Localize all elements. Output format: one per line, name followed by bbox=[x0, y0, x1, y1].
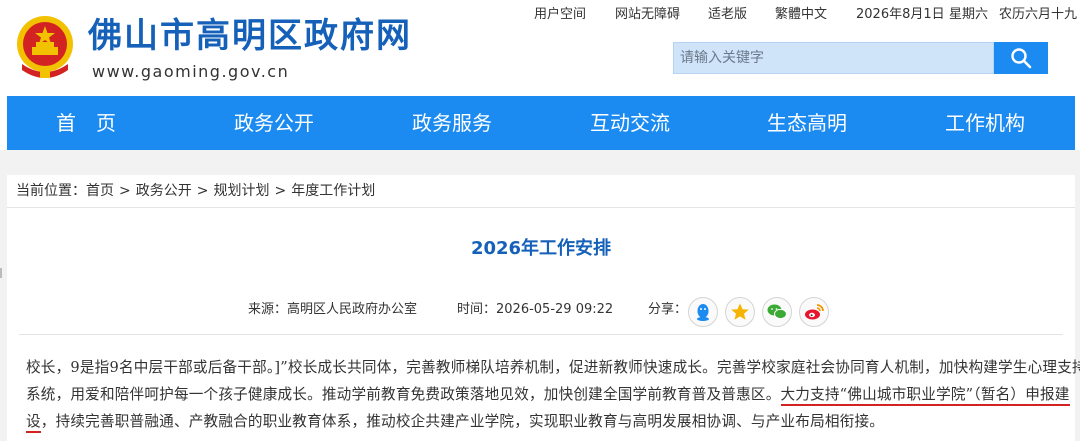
nav-item-home[interactable]: 首 页 bbox=[56, 96, 116, 150]
search-button[interactable] bbox=[994, 42, 1048, 74]
breadcrumb-label: 当前位置： bbox=[16, 183, 86, 199]
time-value: 2026-05-29 09:22 bbox=[496, 302, 614, 317]
top-utility-bar: 用户空间 网站无障碍 适老版 繁體中文 2026年8月1日 星期六 农历六月十九 bbox=[534, 5, 1078, 25]
body-text-segment: 系统，用爱和陪伴呵护每一个孩子健康成长。推动学前教育免费政策落地见效，加快创建全… bbox=[26, 386, 781, 403]
nav-item-agencies[interactable]: 工作机构 bbox=[945, 96, 1025, 150]
body-line: 系统，用爱和陪伴呵护每一个孩子健康成长。推动学前教育免费政策落地见效，加快创建全… bbox=[26, 381, 1070, 408]
lunar-date-text: 农历六月十九 bbox=[999, 7, 1078, 22]
weibo-share-button[interactable] bbox=[799, 297, 829, 327]
qzone-share-button[interactable] bbox=[725, 297, 755, 327]
search-input[interactable] bbox=[674, 43, 993, 73]
breadcrumb-plans[interactable]: 规划计划 bbox=[213, 183, 269, 199]
nav-item-gov-services[interactable]: 政务服务 bbox=[412, 96, 492, 150]
site-url: www.gaoming.gov.cn bbox=[92, 62, 290, 81]
breadcrumb-gov-affairs-open[interactable]: 政务公开 bbox=[136, 183, 192, 199]
meta-divider bbox=[19, 334, 1063, 335]
source-label: 来源： bbox=[248, 302, 288, 317]
site-header: 佛山市高明区政府网 www.gaoming.gov.cn 用户空间 网站无障碍 … bbox=[0, 0, 1080, 96]
article-title: 2026年工作安排 bbox=[470, 238, 612, 259]
article: 2026年工作安排 来源：高明区人民政府办公室 时间：2026-05-29 09… bbox=[7, 208, 1080, 441]
site-title[interactable]: 佛山市高明区政府网 bbox=[88, 14, 412, 58]
accessibility-link[interactable]: 网站无障碍 bbox=[615, 5, 680, 25]
weibo-icon bbox=[805, 304, 824, 320]
body-line: 校长，9是指9名中层干部或后备干部。]”校长成长共同体，完善教师梯队培养机制，促… bbox=[26, 359, 1080, 376]
search-icon bbox=[1011, 48, 1032, 69]
qq-share-button[interactable] bbox=[688, 297, 718, 327]
highlighted-text: 大力支持“佛山城市职业学院”（暂名）申报建 bbox=[780, 386, 1070, 406]
article-time: 时间：2026-05-29 09:22 bbox=[457, 298, 613, 322]
qzone-icon bbox=[731, 303, 749, 320]
highlighted-text: 设 bbox=[26, 413, 41, 433]
nav-item-ecology[interactable]: 生态高明 bbox=[767, 96, 847, 150]
breadcrumb-annual-plan[interactable]: 年度工作计划 bbox=[291, 183, 375, 199]
article-source: 来源：高明区人民政府办公室 bbox=[248, 298, 417, 322]
breadcrumb: 当前位置：首页 > 政务公开 > 规划计划 > 年度工作计划 bbox=[7, 175, 1075, 208]
breadcrumb-separator: > bbox=[119, 183, 131, 199]
time-label: 时间： bbox=[457, 302, 497, 317]
wechat-icon bbox=[767, 304, 787, 320]
qq-icon bbox=[697, 304, 709, 321]
elderly-mode-link[interactable]: 适老版 bbox=[708, 5, 747, 25]
search-box bbox=[673, 42, 994, 74]
breadcrumb-home[interactable]: 首页 bbox=[86, 183, 114, 199]
article-body: 校长，9是指9名中层干部或后备干部。]”校长成长共同体，完善教师梯队培养机制，促… bbox=[26, 354, 1080, 435]
date-text: 2026年8月1日 bbox=[856, 7, 945, 22]
breadcrumb-separator: > bbox=[196, 183, 209, 199]
share-label: 分享： bbox=[648, 302, 688, 317]
main-nav: 首 页 政务公开 政务服务 互动交流 生态高明 工作机构 bbox=[7, 96, 1075, 150]
wechat-share-button[interactable] bbox=[762, 297, 792, 327]
left-edge-marker bbox=[0, 268, 2, 278]
nav-item-interaction[interactable]: 互动交流 bbox=[590, 96, 670, 150]
body-line: 设，持续完善职普融通、产教融合的职业教育体系，推动校企共建产业学院，实现职业教育… bbox=[26, 408, 1060, 435]
body-text-segment: ，持续完善职普融通、产教融合的职业教育体系，推动校企共建产业学院，实现职业教育与… bbox=[40, 413, 885, 430]
breadcrumb-separator: > bbox=[274, 183, 287, 199]
weekday-text: 星期六 bbox=[949, 7, 989, 22]
source-value: 高明区人民政府办公室 bbox=[287, 302, 418, 317]
national-emblem-icon bbox=[17, 16, 73, 78]
nav-item-gov-affairs-open[interactable]: 政务公开 bbox=[234, 96, 314, 150]
traditional-chinese-link[interactable]: 繁體中文 bbox=[775, 5, 827, 25]
user-space-link[interactable]: 用户空间 bbox=[534, 5, 586, 25]
